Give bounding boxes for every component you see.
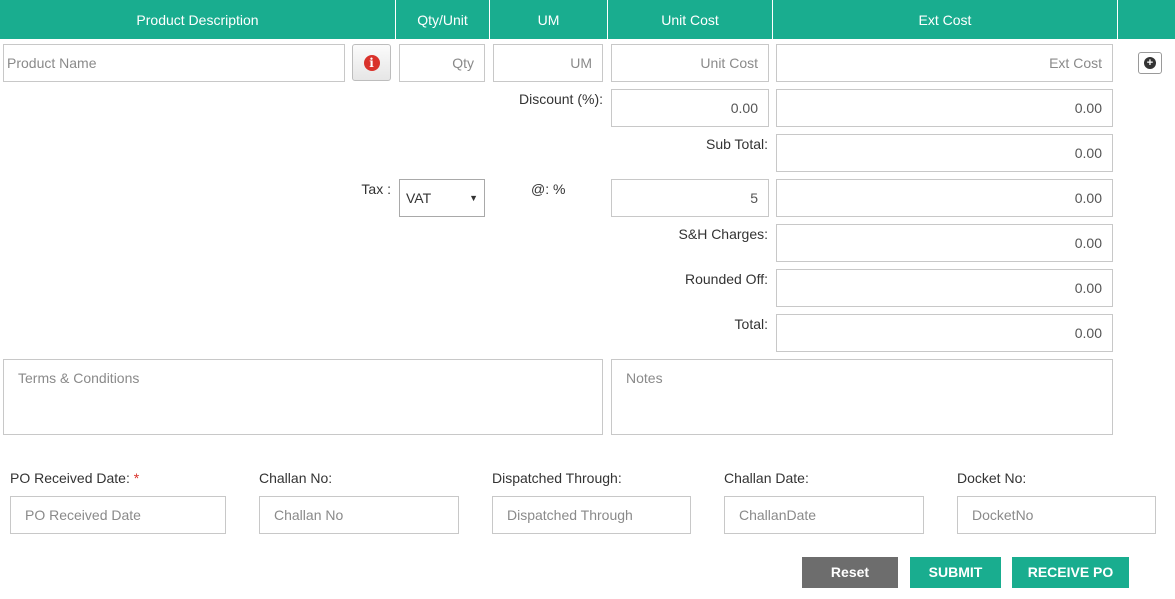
sh-charges-input[interactable] (776, 224, 1113, 262)
unit-cost-input[interactable] (611, 44, 769, 82)
tax-type-value: VAT (406, 190, 432, 206)
docket-no-input[interactable] (957, 496, 1156, 534)
rounded-off-label: Rounded Off: (684, 271, 768, 287)
plus-circle-icon: + (1144, 57, 1156, 69)
subtotal-input[interactable] (776, 134, 1113, 172)
info-icon: i (363, 54, 380, 71)
challan-date-input[interactable] (724, 496, 924, 534)
po-received-date-label: PO Received Date: * (10, 470, 140, 486)
po-received-date-input[interactable] (10, 496, 226, 534)
notes-textarea[interactable] (611, 359, 1113, 435)
reset-button[interactable]: Reset (802, 557, 898, 588)
col-product-description: Product Description (0, 0, 396, 39)
discount-amount-input[interactable] (776, 89, 1113, 127)
discount-percent-input[interactable] (611, 89, 769, 127)
total-input[interactable] (776, 314, 1113, 352)
col-unit-cost: Unit Cost (608, 0, 773, 39)
col-ext-cost: Ext Cost (773, 0, 1118, 39)
chevron-down-icon: ▼ (469, 193, 478, 203)
challan-no-label: Challan No: (259, 470, 333, 486)
tax-amount-input[interactable] (776, 179, 1113, 217)
table-header: Product Description Qty/Unit UM Unit Cos… (0, 0, 1175, 39)
tax-label: Tax : (361, 181, 391, 197)
tax-rate-input[interactable] (611, 179, 769, 217)
add-line-button[interactable]: + (1138, 52, 1162, 74)
dispatched-through-input[interactable] (492, 496, 691, 534)
product-info-button[interactable]: i (352, 44, 391, 81)
sh-charges-label: S&H Charges: (678, 226, 768, 242)
submit-button[interactable]: SUBMIT (910, 557, 1001, 588)
dispatched-through-label: Dispatched Through: (492, 470, 622, 486)
required-mark: * (133, 470, 140, 486)
rounded-off-input[interactable] (776, 269, 1113, 307)
challan-no-input[interactable] (259, 496, 459, 534)
um-input[interactable] (493, 44, 603, 82)
terms-conditions-textarea[interactable] (3, 359, 603, 435)
total-label: Total: (734, 316, 768, 332)
ext-cost-input[interactable] (776, 44, 1113, 82)
col-um: UM (490, 0, 608, 39)
discount-label: Discount (%): (518, 91, 603, 107)
col-qty-unit: Qty/Unit (396, 0, 490, 39)
qty-input[interactable] (399, 44, 485, 82)
challan-date-label: Challan Date: (724, 470, 809, 486)
tax-type-select[interactable]: VAT ▼ (399, 179, 485, 217)
tax-rate-label: @: % (531, 181, 566, 197)
docket-no-label: Docket No: (957, 470, 1027, 486)
subtotal-label: Sub Total: (705, 136, 768, 152)
receive-po-button[interactable]: RECEIVE PO (1012, 557, 1129, 588)
product-name-input[interactable] (3, 44, 345, 82)
